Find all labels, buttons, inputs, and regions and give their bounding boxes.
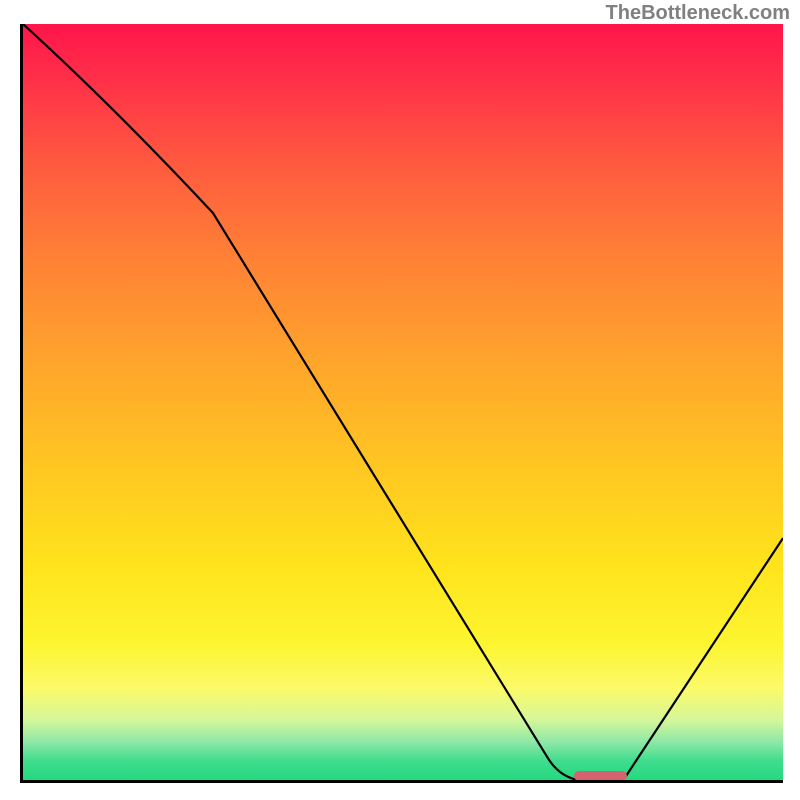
optimal-marker bbox=[574, 771, 628, 781]
chart-container: TheBottleneck.com bbox=[0, 0, 800, 800]
watermark-text: TheBottleneck.com bbox=[606, 2, 790, 25]
bottleneck-curve bbox=[23, 24, 783, 780]
plot-area bbox=[20, 24, 783, 783]
curve-path bbox=[23, 24, 783, 780]
